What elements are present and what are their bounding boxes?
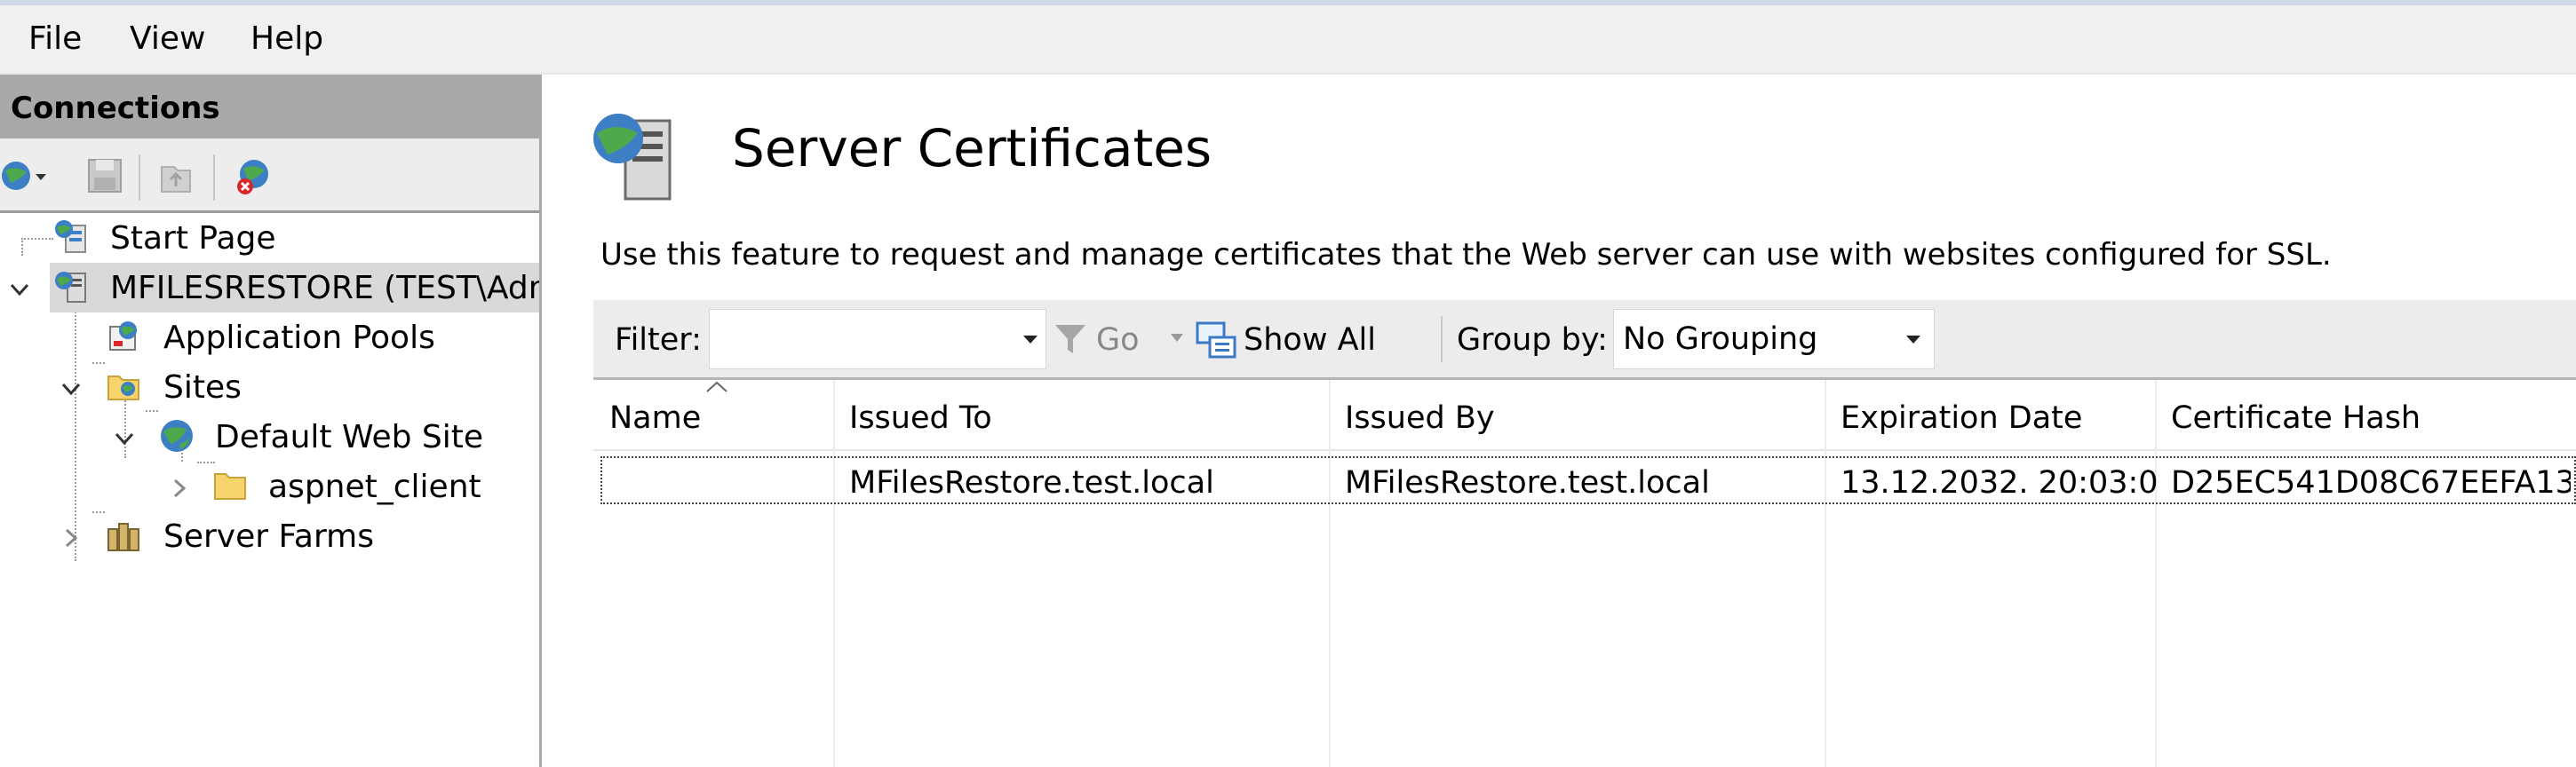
feature-description: Use this feature to request and manage c… <box>600 237 2332 273</box>
toolbar-separator <box>213 154 215 201</box>
page-title: Server Certificates <box>732 118 1212 178</box>
tree-item-aspnet-client[interactable]: aspnet_client <box>0 462 539 511</box>
server-certificates-icon <box>593 114 672 201</box>
tree-item-sites[interactable]: Sites <box>0 362 539 412</box>
tree-item-server[interactable]: MFILESRESTORE (TEST\Admin <box>0 263 539 312</box>
cell-expiration-date: 13.12.2032. 20:03:01 <box>1841 465 2157 501</box>
tree-label: MFILESRESTORE (TEST\Admin <box>110 270 539 306</box>
group-by-select[interactable]: No Grouping <box>1613 309 1935 369</box>
chevron-down-icon[interactable] <box>59 376 83 401</box>
column-header-issued-by[interactable]: Issued By <box>1329 380 1825 451</box>
globe-icon <box>161 420 193 452</box>
column-header-label: Certificate Hash <box>2171 400 2421 436</box>
chevron-down-icon[interactable] <box>112 426 137 451</box>
save-icon[interactable] <box>85 156 124 195</box>
dropdown-arrow-icon[interactable] <box>1904 333 1923 347</box>
sites-folder-icon <box>107 376 139 400</box>
column-divider <box>1329 380 1331 767</box>
dropdown-arrow-icon[interactable] <box>1169 332 1185 344</box>
chevron-down-icon[interactable] <box>7 277 32 302</box>
menu-bar: File View Help <box>0 5 2576 75</box>
connections-toolbar <box>0 138 539 213</box>
menu-help[interactable]: Help <box>250 20 323 59</box>
server-farms-icon <box>107 523 139 551</box>
column-divider <box>1825 380 1826 767</box>
filter-bar: Filter: Go Show All Group by: No Groupin… <box>593 300 2576 380</box>
up-level-icon[interactable] <box>156 156 195 195</box>
sort-ascending-icon <box>706 381 727 392</box>
column-header-label: Issued By <box>1345 400 1495 436</box>
chevron-right-icon[interactable] <box>167 476 192 501</box>
show-all-icon[interactable] <box>1194 318 1238 362</box>
toolbar-separator <box>1441 316 1443 362</box>
tree-label: aspnet_client <box>268 469 481 505</box>
connect-globe-icon[interactable] <box>0 156 57 195</box>
column-header-name[interactable]: Name <box>593 380 833 451</box>
tree-label: Sites <box>163 369 242 406</box>
feature-content: Server Certificates Use this feature to … <box>558 75 2576 767</box>
disconnect-icon[interactable] <box>233 156 281 195</box>
column-header-issued-to[interactable]: Issued To <box>833 380 1329 451</box>
connections-tree: Start Page MFILESRESTORE (TEST\Admin <box>0 213 539 767</box>
menu-view[interactable]: View <box>130 20 205 59</box>
cell-issued-by: MFilesRestore.test.local <box>1345 465 1710 501</box>
tree-label: Server Farms <box>163 518 374 555</box>
menu-file[interactable]: File <box>28 20 82 59</box>
folder-icon <box>214 473 246 500</box>
table-row[interactable]: MFilesRestore.test.local MFilesRestore.t… <box>600 456 2576 504</box>
cell-certificate-hash: D25EC541D08C67EEFA1336E <box>2171 465 2571 501</box>
column-header-label: Expiration Date <box>1841 400 2083 436</box>
list-header: Name Issued To Issued By Expiration Date… <box>593 380 2576 451</box>
tree-item-server-farms[interactable]: Server Farms <box>0 511 539 561</box>
dropdown-arrow-icon[interactable] <box>1021 333 1040 347</box>
go-button[interactable]: Go <box>1096 321 1140 359</box>
filter-input[interactable] <box>709 309 1046 369</box>
connections-header: Connections <box>0 75 539 138</box>
column-header-expiration-date[interactable]: Expiration Date <box>1825 380 2155 451</box>
application-pools-icon <box>109 321 137 351</box>
column-header-certificate-hash[interactable]: Certificate Hash <box>2155 380 2576 451</box>
tree-item-start-page[interactable]: Start Page <box>0 213 539 263</box>
filter-label: Filter: <box>615 322 702 358</box>
start-page-icon <box>55 220 86 253</box>
tree-item-default-web-site[interactable]: Default Web Site <box>0 412 539 462</box>
toolbar-separator <box>139 154 140 201</box>
column-divider <box>833 380 835 767</box>
connections-title: Connections <box>11 91 220 126</box>
connections-panel: Connections Start Page MFILESRESTORE (TE… <box>0 75 542 767</box>
group-by-label: Group by: <box>1457 322 1608 358</box>
show-all-button[interactable]: Show All <box>1244 321 1376 359</box>
cell-issued-to: MFilesRestore.test.local <box>849 465 1214 501</box>
column-header-label: Issued To <box>849 400 992 436</box>
certificates-list: Name Issued To Issued By Expiration Date… <box>593 380 2576 767</box>
column-header-label: Name <box>609 400 702 436</box>
chevron-right-icon[interactable] <box>59 526 83 550</box>
tree-label: Default Web Site <box>215 419 484 455</box>
column-divider <box>2155 380 2157 767</box>
server-icon <box>55 272 86 303</box>
funnel-icon[interactable] <box>1052 320 1089 359</box>
tree-item-application-pools[interactable]: Application Pools <box>0 312 539 362</box>
tree-label: Start Page <box>110 220 276 257</box>
group-by-value: No Grouping <box>1623 321 1818 357</box>
tree-label: Application Pools <box>163 320 435 356</box>
